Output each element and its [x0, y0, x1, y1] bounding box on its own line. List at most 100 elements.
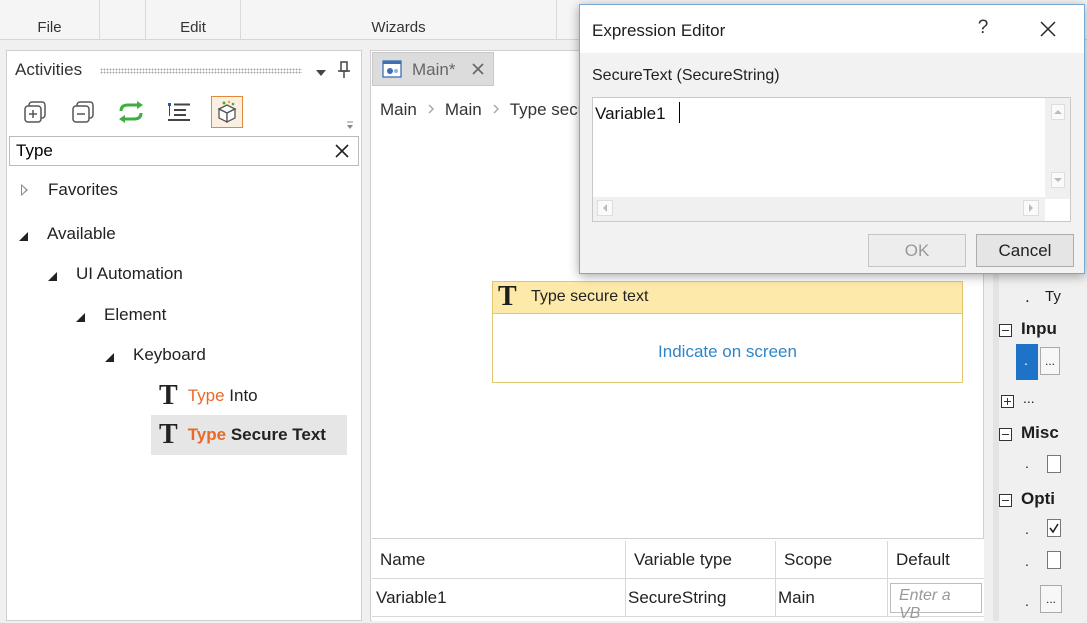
activities-title: Activities — [15, 60, 83, 79]
collapse-arrow-icon[interactable] — [105, 352, 114, 362]
ribbon-group-edit[interactable]: Edit — [145, 0, 241, 40]
column-header-variable-type[interactable]: Variable type — [626, 541, 776, 579]
variable-type-cell[interactable]: SecureString — [626, 579, 776, 617]
show-list-button[interactable] — [163, 96, 195, 128]
chevron-right-icon — [427, 102, 435, 118]
packages-button[interactable] — [211, 96, 243, 128]
indicate-on-screen-link[interactable]: Indicate on screen — [493, 342, 962, 362]
help-button[interactable]: ? — [973, 17, 993, 39]
collapse-arrow-icon[interactable] — [48, 271, 57, 281]
tree-item-label: Available — [47, 224, 116, 243]
drag-grip[interactable] — [100, 68, 302, 74]
type-secure-text-activity[interactable]: T Type secure text Indicate on screen — [492, 281, 963, 383]
variable-name-cell[interactable]: Variable1 — [372, 579, 626, 617]
dialog-title: Expression Editor — [592, 21, 726, 40]
tree-item-available[interactable]: Available — [19, 219, 116, 249]
horizontal-scrollbar[interactable] — [593, 197, 1045, 221]
property-ellipsis-button[interactable]: ... — [1040, 585, 1062, 613]
expression-editor-dialog: Expression Editor ? SecureText (SecureSt… — [579, 4, 1085, 274]
ribbon-group-label: Wizards — [371, 19, 426, 36]
type-activity-icon: T — [159, 380, 178, 411]
tree-item-ui-automation[interactable]: UI Automation — [48, 259, 183, 289]
chevron-down-icon[interactable] — [315, 65, 327, 81]
property-checkbox-checked[interactable] — [1047, 519, 1061, 537]
ribbon-group-wizards[interactable]: Wizards — [241, 0, 557, 40]
scroll-right-icon[interactable] — [1023, 200, 1039, 216]
collapse-category-icon[interactable] — [999, 428, 1012, 441]
activity-label: Into — [224, 386, 258, 405]
property-row[interactable]: . Ty — [985, 285, 1087, 311]
breadcrumb-item[interactable]: Main — [445, 100, 482, 120]
ribbon-group-label: Edit — [180, 19, 206, 36]
tree-item-label: Favorites — [48, 180, 118, 199]
property-category-misc[interactable]: Misc — [985, 421, 1087, 449]
property-ellipsis-button[interactable]: ... — [1040, 347, 1060, 375]
activity-header[interactable]: T Type secure text — [493, 282, 962, 314]
ok-button[interactable]: OK — [868, 234, 966, 267]
properties-panel: . Ty Inpu . ... ... Misc . Opti . . . ..… — [985, 255, 1087, 621]
column-header-name[interactable]: Name — [372, 541, 626, 579]
column-header-scope[interactable]: Scope — [776, 541, 888, 579]
category-label: Inpu — [1021, 319, 1057, 338]
tab-label: Main* — [412, 60, 456, 79]
activity-label: Secure Text — [226, 425, 326, 444]
close-icon[interactable] — [1038, 19, 1058, 39]
column-header-default[interactable]: Default — [888, 541, 984, 579]
scroll-down-icon[interactable] — [1051, 172, 1065, 188]
expression-input[interactable]: Variable1 — [592, 97, 1071, 222]
activity-title: Type secure text — [531, 288, 649, 305]
cancel-button[interactable]: Cancel — [976, 234, 1074, 267]
pin-icon[interactable] — [337, 61, 351, 82]
expression-subtitle: SecureText (SecureString) — [592, 67, 780, 84]
clear-search-icon[interactable] — [334, 143, 350, 162]
dialog-titlebar[interactable]: Expression Editor ? — [580, 5, 1084, 53]
list-icon — [168, 103, 190, 121]
property-value: Ty — [1045, 288, 1061, 305]
collapse-arrow-icon[interactable] — [76, 312, 85, 322]
variable-default-cell: Enter a VB — [888, 579, 984, 622]
activity-type-into[interactable]: T Type Into — [159, 381, 258, 411]
breadcrumb-item[interactable]: Main — [380, 100, 417, 120]
collapse-all-button[interactable] — [67, 96, 99, 128]
breadcrumb-item[interactable]: Type secu — [510, 100, 588, 120]
collapse-category-icon[interactable] — [999, 324, 1012, 337]
variables-grid: Name Variable type Scope Default Variabl… — [372, 538, 984, 622]
text-caret — [679, 102, 680, 123]
property-category-input[interactable]: Inpu — [985, 317, 1087, 345]
tree-item-favorites[interactable]: Favorites — [21, 175, 118, 205]
vertical-scrollbar[interactable] — [1045, 98, 1070, 199]
tree-item-label: UI Automation — [76, 264, 183, 283]
property-row[interactable]: ... — [985, 388, 1087, 414]
tree-item-keyboard[interactable]: Keyboard — [105, 340, 206, 370]
ribbon-group-file[interactable]: File — [0, 0, 100, 40]
property-checkbox[interactable] — [1047, 551, 1061, 569]
search-match-text: Type — [187, 386, 225, 405]
package-icon — [217, 100, 237, 124]
collapse-category-icon[interactable] — [999, 494, 1012, 507]
variable-scope-cell[interactable]: Main — [776, 579, 888, 617]
property-checkbox[interactable] — [1047, 455, 1061, 473]
search-input[interactable] — [10, 137, 320, 165]
default-value-input[interactable]: Enter a VB — [890, 582, 982, 622]
expand-arrow-icon[interactable] — [21, 184, 28, 196]
expand-property-icon[interactable] — [1001, 395, 1014, 408]
expression-text[interactable]: Variable1 — [595, 104, 666, 124]
tree-item-element[interactable]: Element — [76, 300, 166, 330]
workflow-icon — [382, 60, 402, 81]
close-tab-icon[interactable] — [471, 62, 485, 79]
selected-property-marker[interactable]: . — [1016, 344, 1038, 380]
activities-search[interactable] — [9, 136, 359, 166]
scroll-left-icon[interactable] — [597, 200, 613, 216]
overflow-chevron-icon[interactable] — [345, 117, 355, 133]
type-activity-icon: T — [159, 419, 178, 450]
expand-all-button[interactable] — [19, 96, 51, 128]
refresh-button[interactable] — [115, 96, 147, 128]
scroll-up-icon[interactable] — [1051, 104, 1065, 120]
activity-type-secure-text[interactable]: T Type Secure Text — [151, 415, 347, 455]
collapse-arrow-icon[interactable] — [19, 231, 28, 241]
tab-main[interactable]: Main* — [372, 52, 494, 86]
category-label: Opti — [1021, 489, 1055, 508]
tree-item-label: Keyboard — [133, 345, 206, 364]
activities-header: Activities — [7, 51, 361, 89]
property-category-options[interactable]: Opti — [985, 487, 1087, 515]
